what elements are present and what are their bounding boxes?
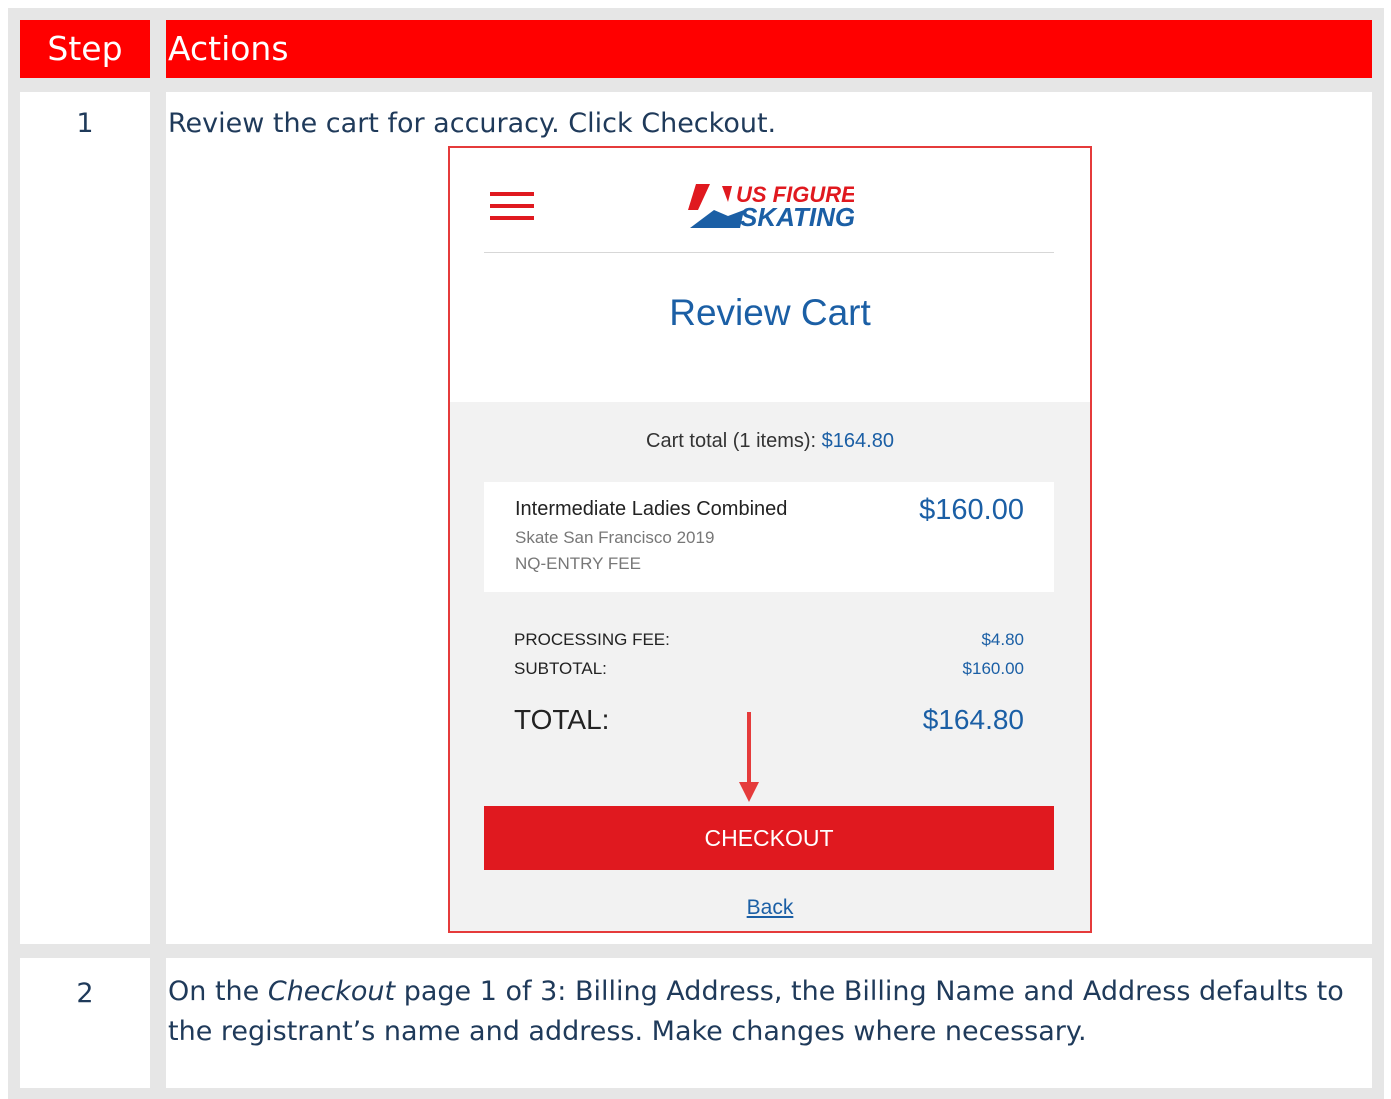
processing-fee-value: $4.80 [981, 630, 1024, 649]
header-divider [484, 252, 1054, 253]
subtotal-value: $160.00 [962, 659, 1024, 678]
item-price: $160.00 [919, 494, 1024, 526]
row1-step-cell: 1 [20, 92, 150, 944]
total-row: TOTAL: $164.80 [514, 704, 1024, 736]
row2-instruction: On the Checkout page 1 of 3: Billing Add… [166, 958, 1372, 1052]
cart-total-line: Cart total (1 items): $164.80 [450, 430, 1090, 453]
cart-total-amount: $164.80 [821, 430, 894, 452]
checkout-button[interactable]: CHECKOUT [484, 806, 1054, 870]
processing-fee-label: PROCESSING FEE: [514, 630, 670, 649]
header-actions-cell: Actions [166, 20, 1372, 78]
subtotal-label: SUBTOTAL: [514, 659, 607, 678]
header-step-label: Step [47, 29, 123, 68]
header-step-cell: Step [20, 20, 150, 78]
row1-step-number: 1 [76, 108, 94, 139]
total-label: TOTAL: [514, 704, 610, 735]
header-actions-label: Actions [168, 29, 289, 68]
row1-text-before: Review the cart for accuracy. Click [168, 108, 642, 139]
row2-text-checkout: Checkout [267, 976, 396, 1007]
total-value: $164.80 [922, 704, 1024, 735]
item-event: Skate San Francisco 2019 [515, 528, 715, 547]
item-name: Intermediate Ladies Combined [515, 498, 788, 520]
cart-item-card: Intermediate Ladies Combined Skate San F… [484, 482, 1054, 592]
item-fee-type: NQ-ENTRY FEE [515, 554, 641, 573]
page-title: Review Cart [669, 292, 871, 333]
processing-fee-row: PROCESSING FEE: $4.80 [514, 630, 1024, 650]
cart-panel: Cart total (1 items): $164.80 Intermedia… [450, 402, 1090, 931]
row2-text-1: On the [168, 976, 268, 1007]
down-arrow-annotation [739, 712, 759, 802]
row1-text-checkout: Checkout [641, 108, 768, 139]
us-figure-skating-logo: US FIGURE SKATING [688, 182, 854, 232]
back-link[interactable]: Back [450, 896, 1090, 920]
logo-text-skating: SKATING [740, 202, 854, 232]
row2-step-cell: 2 [20, 958, 150, 1088]
screenshot-header: US FIGURE SKATING Review Cart [450, 148, 1090, 402]
row1-instruction: Review the cart for accuracy. Click Chec… [166, 92, 1372, 144]
row2-step-number: 2 [76, 978, 94, 1009]
row2-action-cell: On the Checkout page 1 of 3: Billing Add… [166, 958, 1372, 1088]
hamburger-menu-icon[interactable] [490, 192, 534, 220]
row1-text-after: . [767, 108, 777, 139]
subtotal-row: SUBTOTAL: $160.00 [514, 659, 1024, 679]
review-cart-screenshot: US FIGURE SKATING Review Cart Cart total… [448, 146, 1092, 933]
cart-total-label: Cart total (1 items): [646, 430, 817, 452]
